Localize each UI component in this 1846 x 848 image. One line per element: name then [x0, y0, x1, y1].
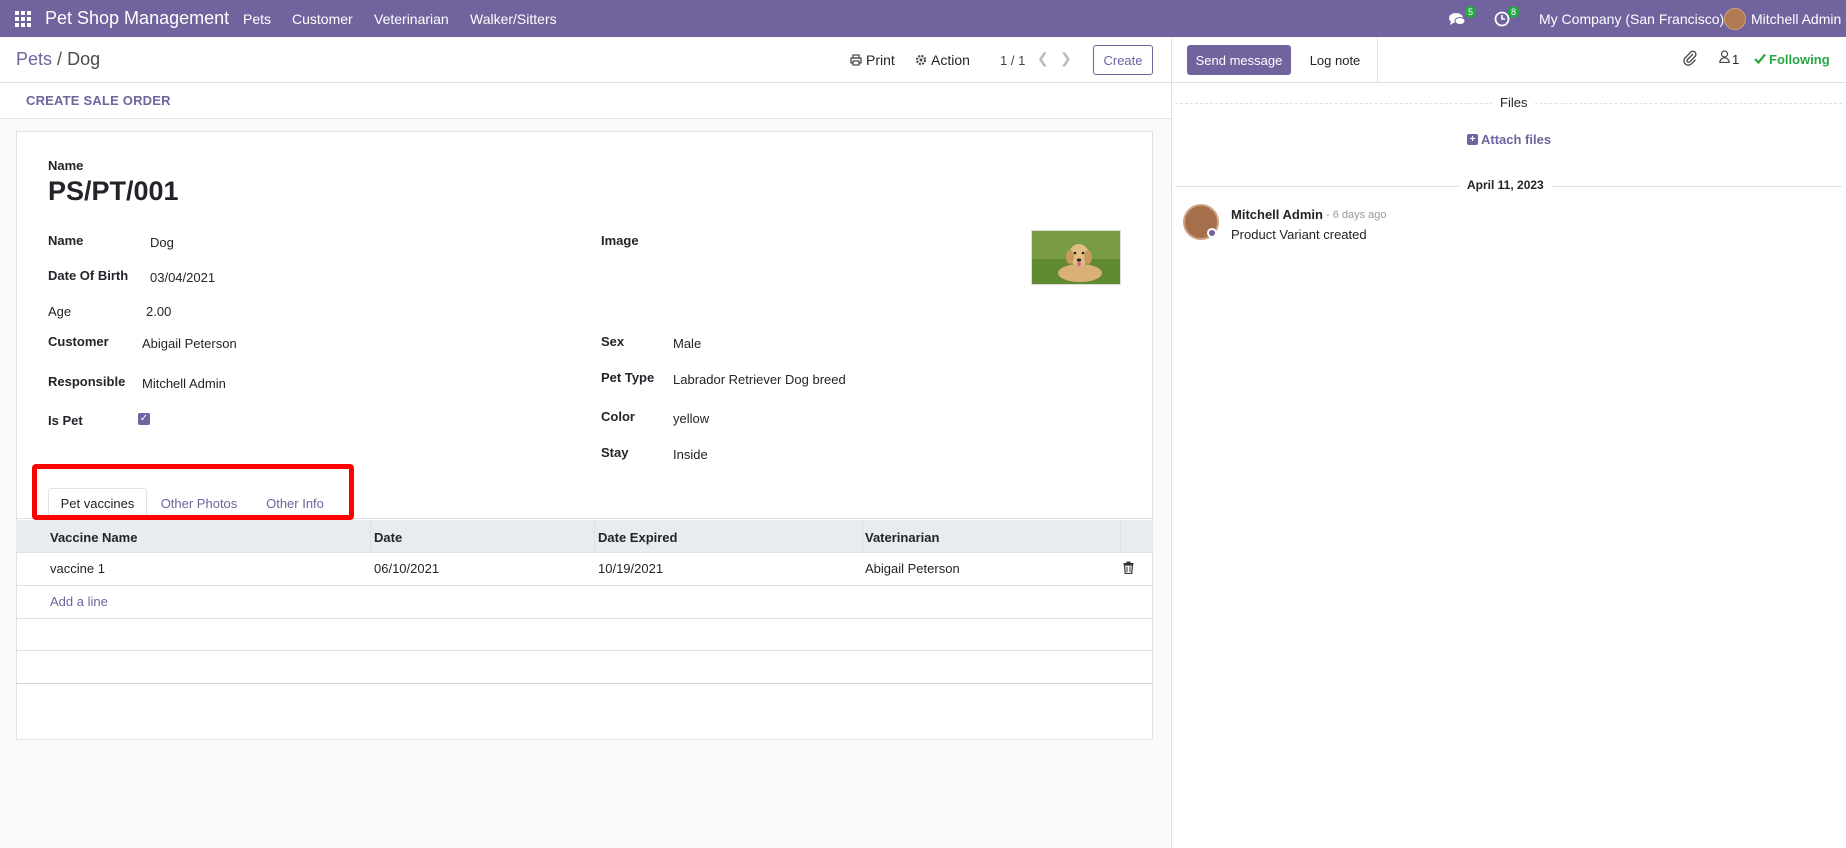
- messages-icon[interactable]: [1448, 0, 1466, 37]
- date-of-birth-value[interactable]: 03/04/2021: [150, 270, 215, 285]
- menu-item-customer[interactable]: Customer: [292, 0, 353, 37]
- column-divider: [594, 520, 595, 553]
- table-row-divider: [16, 618, 1153, 619]
- is-pet-label: Is Pet: [48, 413, 83, 428]
- customer-value[interactable]: Abigail Peterson: [142, 336, 237, 351]
- breadcrumb-current: Dog: [67, 49, 101, 69]
- action-label: Action: [931, 52, 970, 68]
- gear-icon: [915, 54, 927, 66]
- form-sheet: [16, 131, 1153, 740]
- cell-veterinarian[interactable]: Abigail Peterson: [865, 561, 960, 576]
- stay-value[interactable]: Inside: [673, 447, 708, 462]
- pager-previous-icon[interactable]: ❮: [1037, 50, 1049, 67]
- pet-image[interactable]: [1031, 230, 1121, 285]
- print-label: Print: [866, 52, 895, 68]
- customer-label: Customer: [48, 334, 109, 349]
- message-author[interactable]: Mitchell Admin: [1231, 207, 1323, 222]
- followers-user-icon[interactable]: [1719, 50, 1730, 68]
- cell-vaccine-name[interactable]: vaccine 1: [50, 561, 105, 576]
- column-vaccine-name[interactable]: Vaccine Name: [50, 530, 137, 545]
- is-pet-checkbox[interactable]: ✓: [138, 413, 150, 425]
- print-button[interactable]: Print: [850, 52, 895, 68]
- trash-icon[interactable]: [1123, 561, 1134, 579]
- create-button[interactable]: Create: [1093, 45, 1153, 75]
- message-body: Product Variant created: [1231, 227, 1367, 242]
- form-statusbar: [0, 83, 1171, 119]
- breadcrumb-pets-link[interactable]: Pets: [16, 49, 52, 69]
- column-date-expired[interactable]: Date Expired: [598, 530, 677, 545]
- sex-value[interactable]: Male: [673, 336, 701, 351]
- add-a-line-link[interactable]: Add a line: [50, 594, 108, 609]
- column-veterinarian[interactable]: Vaterinarian: [865, 530, 939, 545]
- presence-status-indicator: [1207, 228, 1217, 238]
- attach-files-button[interactable]: + Attach files: [1467, 132, 1551, 147]
- breadcrumb-separator: /: [57, 49, 63, 69]
- breadcrumb: Pets / Dog: [16, 49, 100, 70]
- apps-menu-icon[interactable]: [15, 0, 33, 37]
- pager-value[interactable]: 1 / 1: [1000, 53, 1025, 68]
- company-switcher[interactable]: My Company (San Francisco): [1539, 0, 1724, 37]
- color-value[interactable]: yellow: [673, 411, 709, 426]
- date-of-birth-label: Date Of Birth: [48, 268, 129, 283]
- top-navbar: Pet Shop Management Pets Customer Veteri…: [0, 0, 1846, 37]
- name-value[interactable]: Dog: [150, 235, 174, 250]
- column-date[interactable]: Date: [374, 530, 402, 545]
- pager-next-icon[interactable]: ❯: [1060, 50, 1072, 67]
- sex-label: Sex: [601, 334, 625, 349]
- chatter-divider: [1171, 37, 1172, 848]
- table-footer-divider: [16, 683, 1153, 684]
- title-field-value[interactable]: PS/PT/001: [48, 176, 179, 207]
- following-button[interactable]: Following: [1769, 52, 1830, 67]
- followers-count[interactable]: 1: [1732, 52, 1739, 67]
- name-label: Name: [48, 233, 84, 248]
- menu-item-walker-sitters[interactable]: Walker/Sitters: [470, 0, 557, 37]
- menu-item-pets[interactable]: Pets: [243, 0, 271, 37]
- title-field-label: Name: [48, 158, 84, 173]
- messages-count-badge: 5: [1465, 6, 1477, 18]
- table-row-divider: [16, 585, 1153, 586]
- paperclip-icon[interactable]: [1683, 50, 1697, 71]
- color-label: Color: [601, 409, 635, 424]
- cell-date-expired[interactable]: 10/19/2021: [598, 561, 663, 576]
- log-note-button[interactable]: Log note: [1296, 45, 1374, 75]
- print-icon: [850, 54, 862, 66]
- plus-square-icon: +: [1467, 134, 1478, 145]
- app-name[interactable]: Pet Shop Management: [45, 0, 229, 37]
- chatter-topbar-separator: [1377, 37, 1378, 82]
- attach-files-label: Attach files: [1481, 132, 1552, 147]
- column-divider: [862, 520, 863, 553]
- chatter-topbar-divider: [1171, 82, 1846, 83]
- check-icon: [1754, 51, 1766, 69]
- responsible-label: Responsible: [48, 374, 126, 389]
- files-section-label: Files: [1492, 95, 1536, 110]
- activities-count-badge: 8: [1508, 6, 1520, 18]
- table-row-divider: [16, 650, 1153, 651]
- pet-type-value[interactable]: Labrador Retriever Dog breed: [673, 372, 846, 387]
- image-label: Image: [601, 233, 639, 248]
- pet-type-label: Pet Type: [601, 370, 655, 385]
- send-message-button[interactable]: Send message: [1187, 45, 1291, 75]
- date-separator: April 11, 2023: [1459, 178, 1552, 192]
- menu-item-veterinarian[interactable]: Veterinarian: [374, 0, 449, 37]
- stay-label: Stay: [601, 445, 629, 460]
- responsible-value[interactable]: Mitchell Admin: [142, 376, 226, 391]
- column-divider: [370, 520, 371, 553]
- age-label: Age: [48, 304, 72, 319]
- cell-date[interactable]: 06/10/2021: [374, 561, 439, 576]
- user-avatar[interactable]: [1724, 0, 1746, 37]
- action-button[interactable]: Action: [915, 52, 970, 68]
- age-value: 2.00: [146, 304, 172, 319]
- user-menu[interactable]: Mitchell Admin: [1751, 0, 1841, 37]
- message-time: - 6 days ago: [1326, 209, 1387, 221]
- column-divider: [1120, 520, 1121, 553]
- tabs-highlight-box: [32, 464, 354, 520]
- activities-clock-icon[interactable]: [1494, 0, 1510, 37]
- vaccines-table-header: [16, 520, 1153, 553]
- create-sale-order-button[interactable]: CREATE SALE ORDER: [26, 93, 171, 108]
